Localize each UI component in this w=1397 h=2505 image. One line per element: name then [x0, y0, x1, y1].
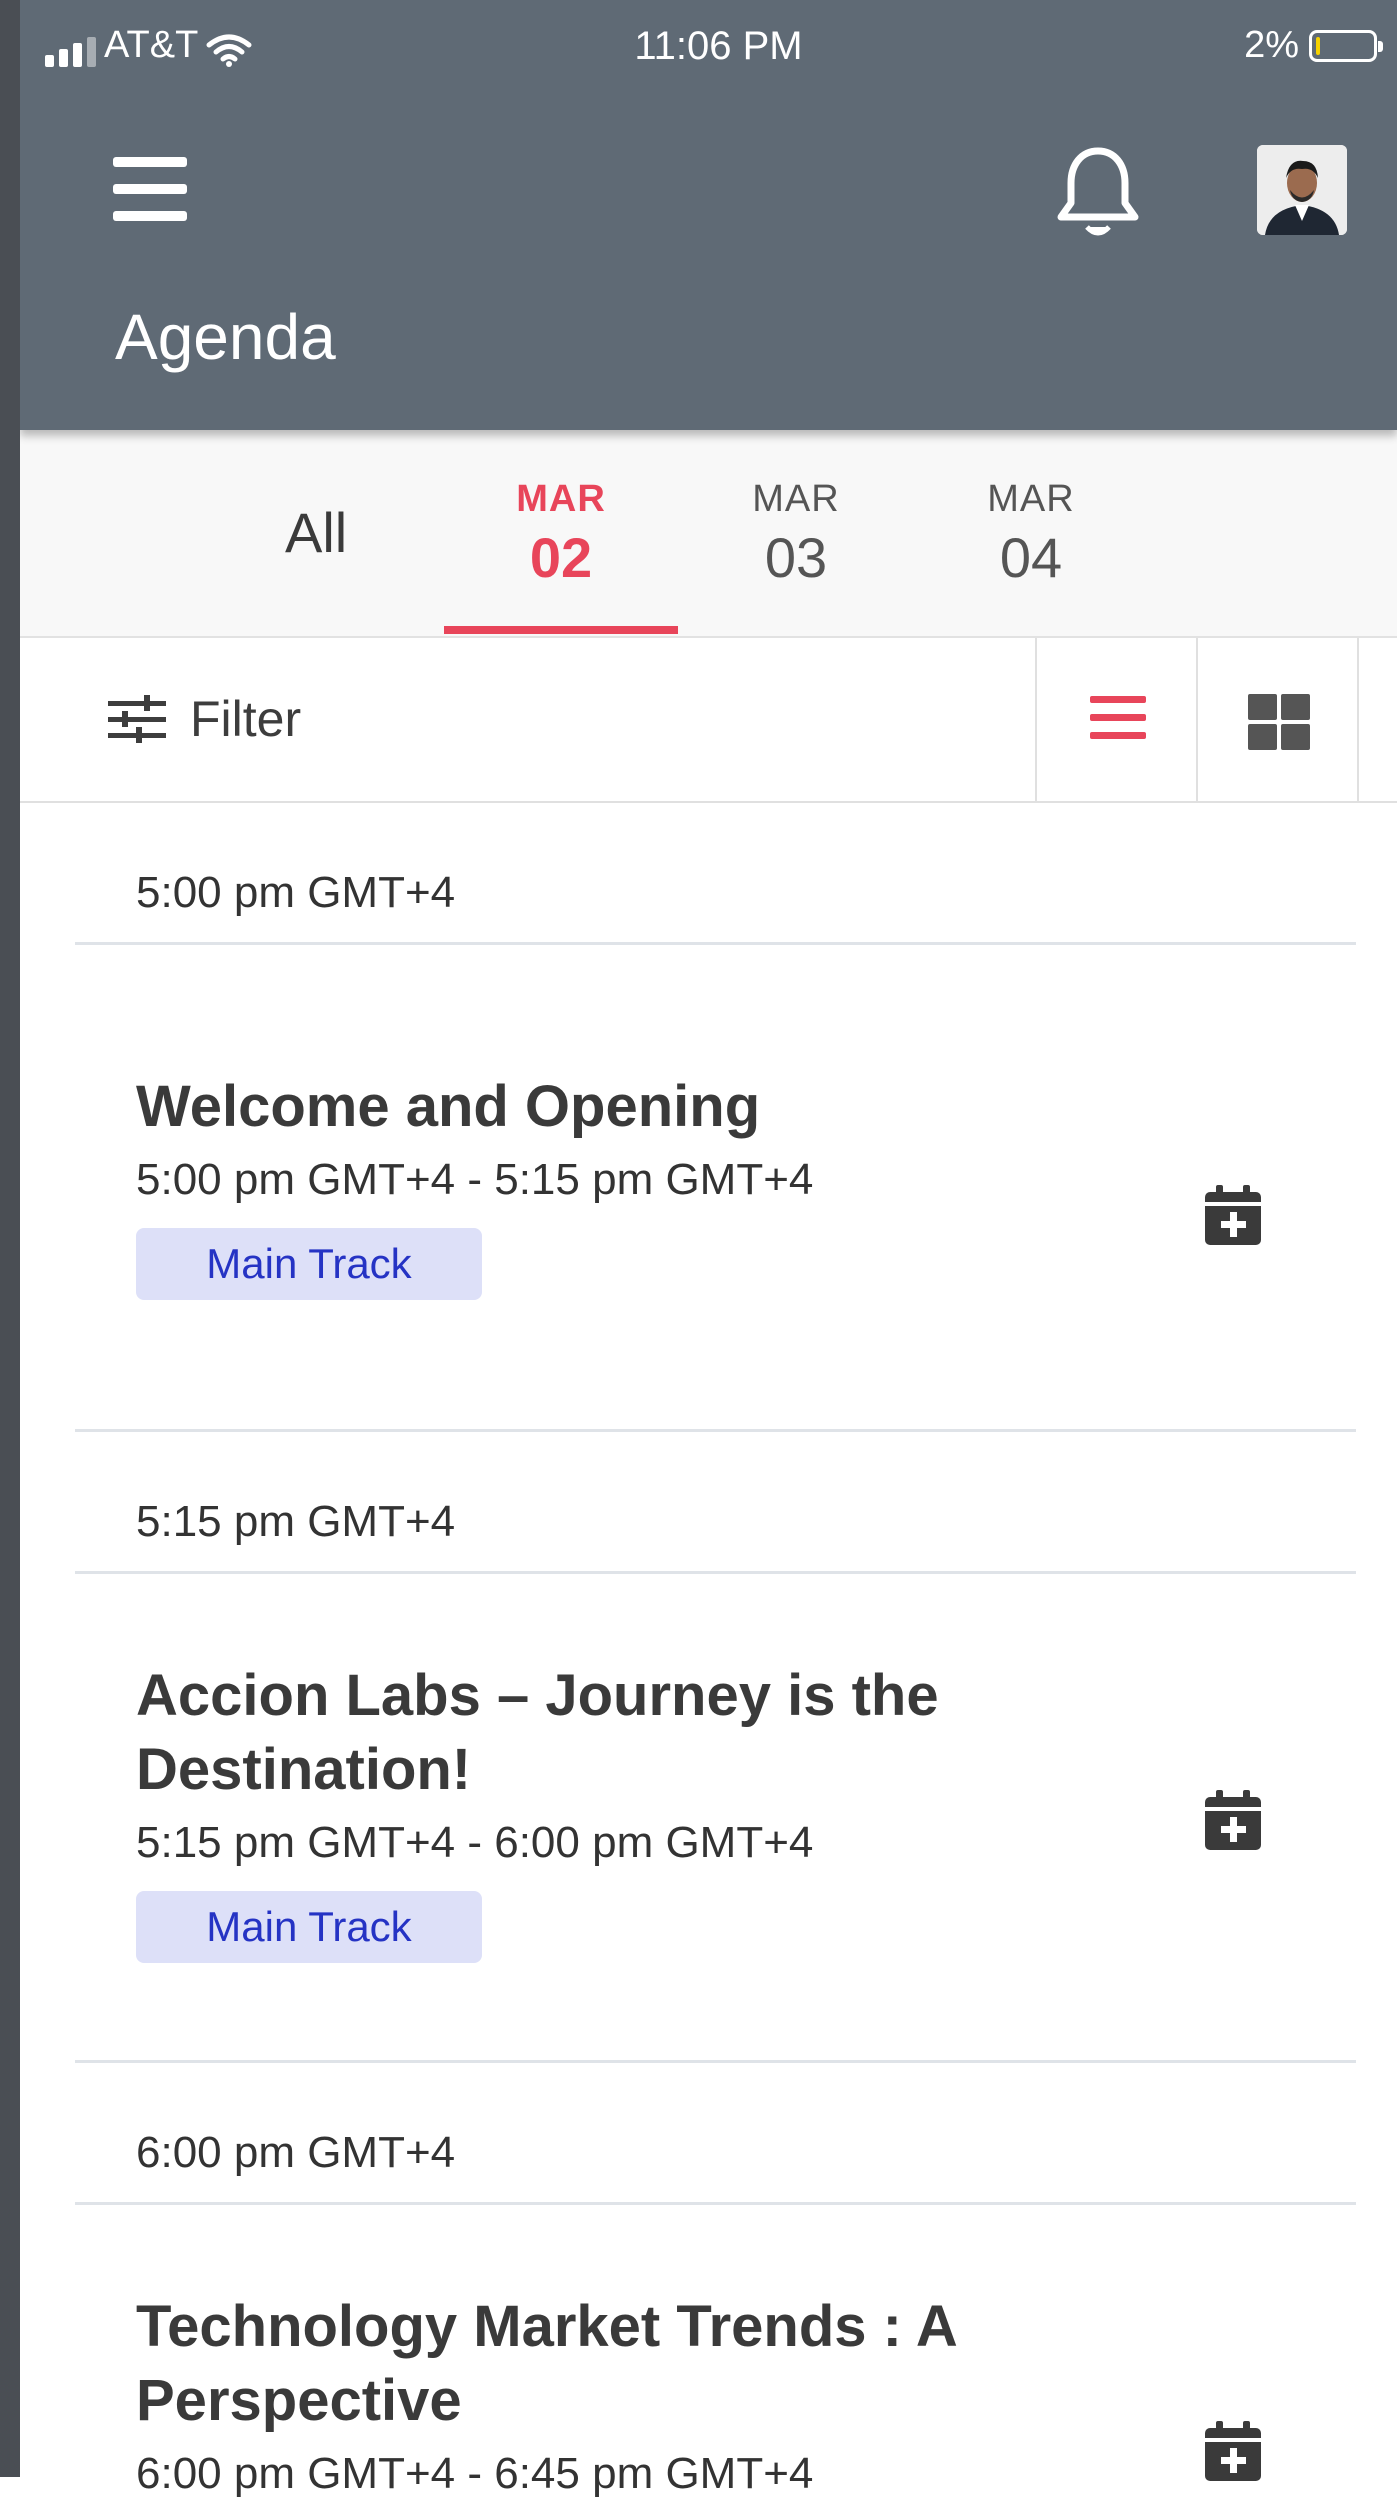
session-title: Accion Labs – Journey is the Destination…: [136, 1663, 939, 1802]
window-edge: [0, 0, 20, 2477]
hamburger-menu-icon[interactable]: [113, 157, 187, 221]
add-to-calendar-icon[interactable]: [1205, 2421, 1261, 2481]
battery-percent: 2%: [1244, 24, 1299, 66]
avatar[interactable]: [1257, 145, 1347, 235]
sliders-icon: [108, 695, 166, 743]
tab-month: MAR: [752, 478, 840, 520]
battery-icon: [1309, 29, 1383, 62]
session-details: Technology Market Trends : A Perspective…: [136, 2290, 1176, 2502]
session-title: Technology Market Trends : A Perspective: [136, 2294, 956, 2433]
tab-all[interactable]: All: [285, 500, 347, 565]
time-group-label: 6:00 pm GMT+4: [136, 2128, 456, 2177]
tab-date-mar-02[interactable]: MAR 02: [444, 478, 678, 590]
time-group-header: 6:00 pm GMT+4: [75, 2063, 1356, 2205]
session-time: 5:15 pm GMT+4 - 6:00 pm GMT+4: [136, 1818, 814, 1867]
battery-group: 2%: [1244, 24, 1383, 67]
divider: [1035, 638, 1037, 801]
status-time: 11:06 PM: [634, 24, 803, 68]
time-group-header: 5:00 pm GMT+4: [75, 803, 1356, 945]
time-group-header: 5:15 pm GMT+4: [75, 1432, 1356, 1574]
date-tabs: All MAR 02 MAR 03 MAR 04: [20, 430, 1397, 638]
session-details: Welcome and Opening 5:00 pm GMT+4 - 5:15…: [136, 1070, 1176, 1300]
tab-date-mar-04[interactable]: MAR 04: [914, 478, 1148, 590]
session-card[interactable]: Accion Labs – Journey is the Destination…: [75, 1574, 1356, 2063]
session-card[interactable]: Welcome and Opening 5:00 pm GMT+4 - 5:15…: [75, 945, 1356, 1432]
page-title: Agenda: [115, 301, 336, 373]
tab-month: MAR: [516, 478, 606, 520]
session-time: 5:00 pm GMT+4 - 5:15 pm GMT+4: [136, 1155, 814, 1204]
session-card[interactable]: Technology Market Trends : A Perspective…: [75, 2205, 1356, 2505]
tab-day: 02: [529, 526, 593, 589]
filter-toolbar: Filter: [20, 638, 1397, 803]
time-group-label: 5:00 pm GMT+4: [136, 868, 456, 917]
filter-button[interactable]: Filter: [108, 690, 301, 748]
active-tab-indicator: [444, 626, 678, 634]
filter-label: Filter: [190, 691, 302, 747]
status-bar: AT&T 11:06 PM 2%: [20, 0, 1397, 100]
session-details: Accion Labs – Journey is the Destination…: [136, 1659, 1176, 1963]
tab-month: MAR: [987, 478, 1075, 520]
bell-icon[interactable]: [1055, 145, 1141, 241]
agenda-list: 5:00 pm GMT+4 Welcome and Opening 5:00 p…: [75, 803, 1356, 2505]
add-to-calendar-icon[interactable]: [1205, 1185, 1261, 1245]
list-view-icon[interactable]: [1090, 694, 1146, 742]
tab-date-mar-03[interactable]: MAR 03: [679, 478, 913, 590]
session-time: 6:00 pm GMT+4 - 6:45 pm GMT+4: [136, 2449, 814, 2498]
track-badge: Main Track: [136, 1228, 482, 1300]
add-to-calendar-icon[interactable]: [1205, 1790, 1261, 1850]
divider: [1357, 638, 1359, 801]
divider: [1196, 638, 1198, 801]
tab-day: 04: [999, 526, 1063, 589]
time-group-label: 5:15 pm GMT+4: [136, 1497, 456, 1546]
track-badge: Main Track: [136, 1891, 482, 1963]
profile-photo-icon: [1257, 145, 1347, 235]
session-title: Welcome and Opening: [136, 1074, 761, 1139]
grid-view-icon[interactable]: [1248, 694, 1310, 750]
tab-day: 03: [764, 526, 828, 589]
app-header: AT&T 11:06 PM 2% Agenda: [20, 0, 1397, 430]
